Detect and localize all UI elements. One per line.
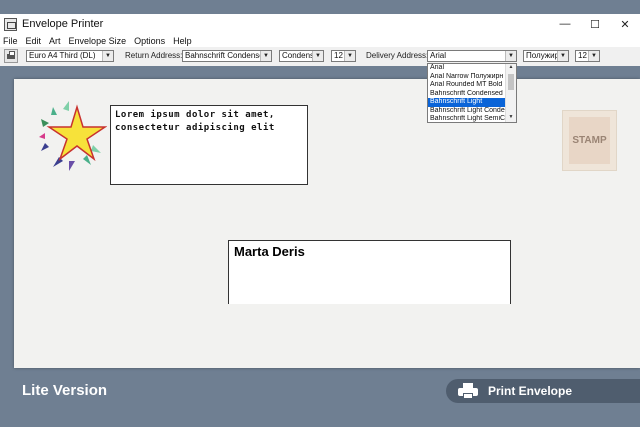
return-address-line-2: consectetur adipiscing elit — [115, 123, 275, 133]
chevron-down-icon: ▼ — [312, 51, 323, 61]
menu-art[interactable]: Art — [46, 36, 66, 46]
minimize-button[interactable]: — — [550, 14, 580, 34]
delivery-size-select[interactable]: 12 ▼ — [575, 50, 600, 62]
font-option-bahnschrift-light[interactable]: Bahnschrift Light — [428, 98, 508, 107]
version-label: Lite Version — [22, 382, 108, 399]
app-icon — [4, 17, 17, 31]
scroll-up-icon[interactable]: ▲ — [506, 64, 516, 72]
chevron-down-icon: ▼ — [505, 51, 516, 61]
return-address-label: Return Address: — [125, 51, 183, 60]
delivery-name: Marta Deris — [234, 244, 305, 259]
return-size-value: 12 — [334, 51, 343, 60]
envelope-size-select[interactable]: Euro A4 Third (DL) ▼ — [26, 50, 114, 62]
title-bar: Envelope Printer — ☐ ✕ — [0, 14, 640, 34]
delivery-address-box[interactable]: Marta Deris — [228, 240, 511, 304]
dropdown-scrollbar[interactable]: ▲ ▼ — [505, 64, 516, 122]
font-option-arial-narrow[interactable]: Arial Narrow Полужирн — [428, 73, 508, 82]
font-option-arial-rounded[interactable]: Arial Rounded MT Bold — [428, 81, 508, 90]
window-title: Envelope Printer — [22, 18, 104, 30]
return-style-select[interactable]: Condense ▼ — [279, 50, 324, 62]
print-envelope-button[interactable]: Print Envelope — [446, 379, 640, 403]
printer-icon[interactable] — [4, 49, 18, 63]
menu-bar: File Edit Art Envelope Size Options Help — [0, 34, 640, 47]
stamp-placeholder[interactable]: STAMP — [562, 110, 617, 171]
printer-icon — [458, 383, 480, 399]
return-address-box[interactable]: Lorem ipsum dolor sit amet, consectetur … — [110, 105, 308, 185]
return-font-select[interactable]: Bahnschrift Condensed ▼ — [182, 50, 272, 62]
envelope-canvas: Lorem ipsum dolor sit amet, consectetur … — [14, 79, 640, 368]
menu-options[interactable]: Options — [131, 36, 170, 46]
chevron-down-icon: ▼ — [588, 51, 599, 61]
chevron-down-icon: ▼ — [557, 51, 568, 61]
window-controls: — ☐ ✕ — [550, 14, 640, 34]
menu-help[interactable]: Help — [170, 36, 197, 46]
chevron-down-icon: ▼ — [260, 51, 271, 61]
close-button[interactable]: ✕ — [610, 14, 640, 34]
font-dropdown-list[interactable]: Arial Arial Narrow Полужирн Arial Rounde… — [427, 63, 517, 123]
delivery-font-select[interactable]: Arial ▼ — [427, 50, 517, 62]
maximize-button[interactable]: ☐ — [580, 14, 610, 34]
menu-edit[interactable]: Edit — [23, 36, 47, 46]
return-font-value: Bahnschrift Condensed — [185, 51, 269, 60]
stamp-label: STAMP — [569, 117, 610, 164]
toolbar: Euro A4 Third (DL) ▼ Return Address: Bah… — [0, 47, 640, 66]
chevron-down-icon: ▼ — [102, 51, 113, 61]
menu-envelope-size[interactable]: Envelope Size — [66, 36, 132, 46]
print-envelope-label: Print Envelope — [488, 384, 573, 398]
font-option-bahnschrift-condensed[interactable]: Bahnschrift Condensed — [428, 90, 508, 99]
return-size-select[interactable]: 12 ▼ — [331, 50, 356, 62]
menu-file[interactable]: File — [0, 36, 23, 46]
delivery-size-value: 12 — [578, 51, 587, 60]
font-option-bahnschrift-light-condensed[interactable]: Bahnschrift Light Conden — [428, 107, 508, 116]
chevron-down-icon: ▼ — [344, 51, 355, 61]
scroll-down-icon[interactable]: ▼ — [506, 114, 516, 122]
font-option-bahnschrift-light-semicondensed[interactable]: Bahnschrift Light SemiCo — [428, 115, 508, 122]
font-option-arial[interactable]: Arial — [428, 64, 508, 73]
scrollbar-thumb[interactable] — [508, 74, 514, 90]
return-address-line-1: Lorem ipsum dolor sit amet, — [115, 110, 275, 120]
envelope-size-value: Euro A4 Third (DL) — [29, 51, 96, 60]
delivery-style-value: Полужир — [526, 51, 560, 60]
delivery-style-select[interactable]: Полужир ▼ — [523, 50, 569, 62]
star-logo-icon[interactable] — [39, 99, 107, 171]
delivery-address-label: Delivery Address: — [366, 51, 429, 60]
delivery-font-value: Arial — [430, 51, 447, 60]
